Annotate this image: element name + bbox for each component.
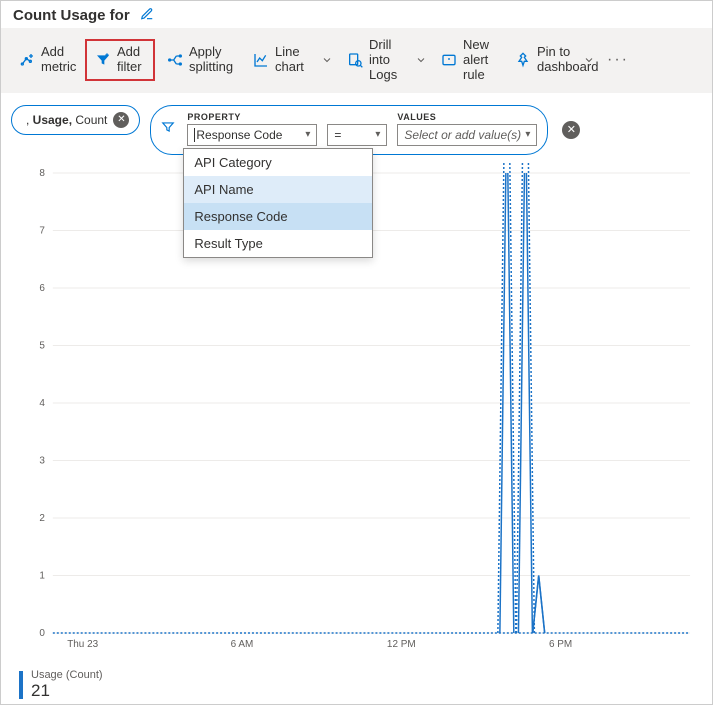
chart-title: Count Usage for: [13, 7, 130, 24]
svg-text:3: 3: [39, 455, 45, 466]
filter-pill-icon: [161, 120, 175, 137]
toolbar: Add metric Add filter Apply splitting Li…: [1, 28, 712, 93]
drill-logs-dropdown[interactable]: [413, 54, 429, 66]
add-metric-icon: [19, 52, 35, 68]
svg-text:5: 5: [39, 340, 45, 351]
chevron-down-icon: ▾: [305, 129, 310, 140]
svg-text:Thu 23: Thu 23: [67, 639, 98, 650]
chart-header: Count Usage for: [1, 1, 712, 28]
add-metric-button[interactable]: Add metric: [11, 41, 81, 79]
line-chart-button[interactable]: Line chart: [245, 41, 315, 79]
filter-icon: [95, 52, 111, 68]
svg-text:0: 0: [39, 628, 45, 639]
filter-pill: PROPERTY Response Code ▾ = ▾ VALUES Sele…: [150, 105, 548, 155]
svg-text:6 AM: 6 AM: [231, 639, 254, 650]
legend-series-value: 21: [31, 681, 103, 701]
filter-row: , Usage, Count ✕ PROPERTY Response Code …: [1, 93, 712, 159]
svg-text:1: 1: [39, 570, 45, 581]
add-filter-button[interactable]: Add filter: [85, 39, 155, 81]
property-option[interactable]: API Name: [184, 176, 372, 203]
property-select[interactable]: Response Code ▾: [187, 124, 317, 146]
split-icon: [167, 52, 183, 68]
logs-icon: [347, 52, 363, 68]
svg-text:4: 4: [39, 398, 45, 409]
legend-series-name: Usage (Count): [31, 669, 103, 681]
values-select[interactable]: Select or add value(s) ▾: [397, 124, 537, 146]
alert-icon: [441, 52, 457, 68]
line-chart-icon: [253, 52, 269, 68]
chevron-down-icon: ▾: [525, 129, 530, 140]
pin-dashboard-button[interactable]: Pin to dashboard: [507, 41, 577, 79]
drill-logs-button[interactable]: Drill into Logs: [339, 34, 409, 87]
pin-dropdown[interactable]: [581, 54, 597, 66]
property-label: PROPERTY: [187, 112, 317, 122]
new-alert-button[interactable]: New alert rule: [433, 34, 503, 87]
property-option[interactable]: API Category: [184, 149, 372, 176]
svg-text:8: 8: [39, 168, 45, 179]
pin-icon: [515, 52, 531, 68]
legend-color-swatch: [19, 671, 23, 699]
legend: Usage (Count) 21: [1, 663, 712, 707]
edit-title-icon[interactable]: [140, 7, 154, 24]
property-dropdown: API CategoryAPI NameResponse CodeResult …: [183, 148, 373, 258]
metric-pill-text: , Usage, Count: [26, 113, 107, 127]
values-label: VALUES: [397, 112, 537, 122]
operator-select[interactable]: = ▾: [327, 124, 387, 146]
chart-type-dropdown[interactable]: [319, 54, 335, 66]
chevron-down-icon: ▾: [375, 129, 380, 140]
svg-text:6: 6: [39, 283, 45, 294]
apply-splitting-button[interactable]: Apply splitting: [159, 41, 229, 79]
svg-text:7: 7: [39, 225, 45, 236]
svg-text:12 PM: 12 PM: [387, 639, 416, 650]
property-option[interactable]: Result Type: [184, 230, 372, 257]
svg-text:6 PM: 6 PM: [549, 639, 572, 650]
svg-text:2: 2: [39, 513, 45, 524]
more-button[interactable]: ···: [601, 51, 635, 69]
metric-pill[interactable]: , Usage, Count ✕: [11, 105, 140, 135]
remove-filter-icon[interactable]: ✕: [562, 121, 580, 139]
remove-metric-icon[interactable]: ✕: [113, 112, 129, 128]
property-option[interactable]: Response Code: [184, 203, 372, 230]
